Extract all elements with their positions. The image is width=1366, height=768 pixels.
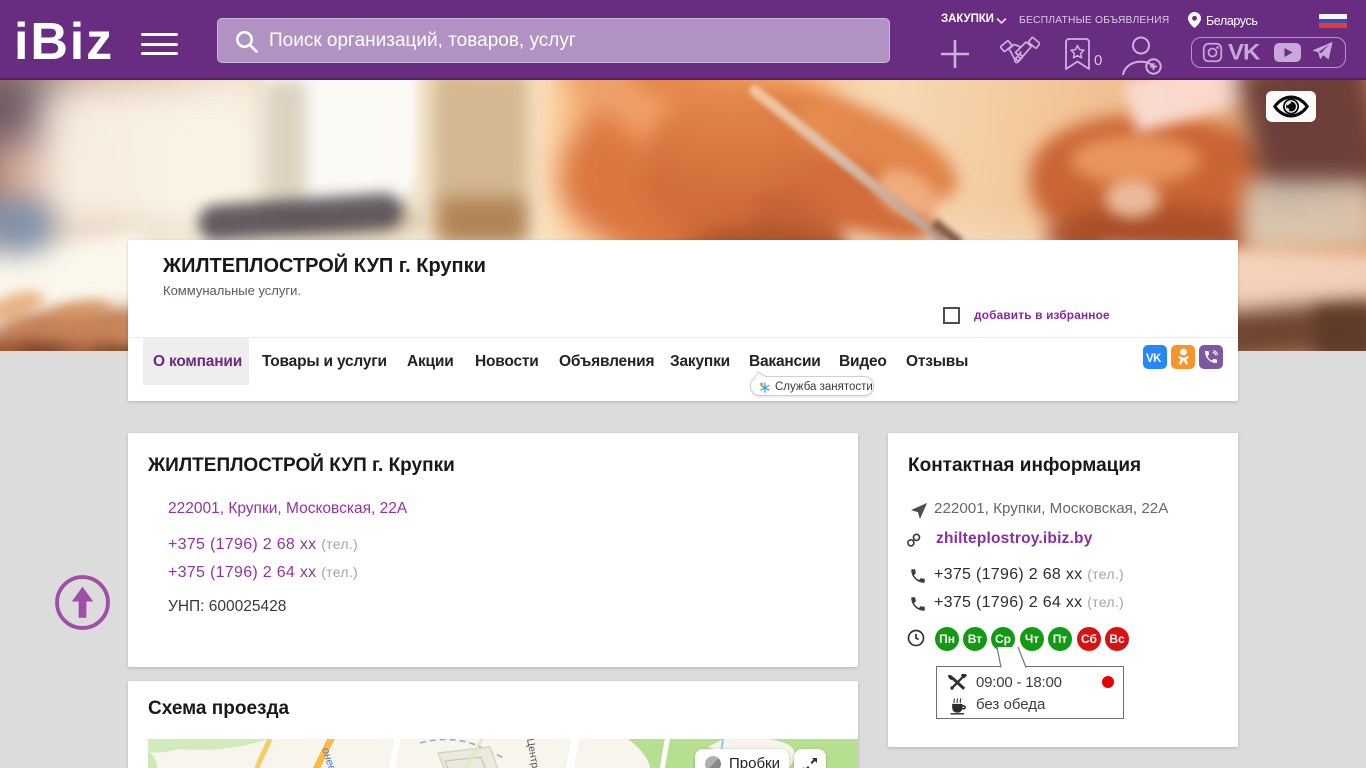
svg-text:VK: VK	[1146, 353, 1162, 363]
